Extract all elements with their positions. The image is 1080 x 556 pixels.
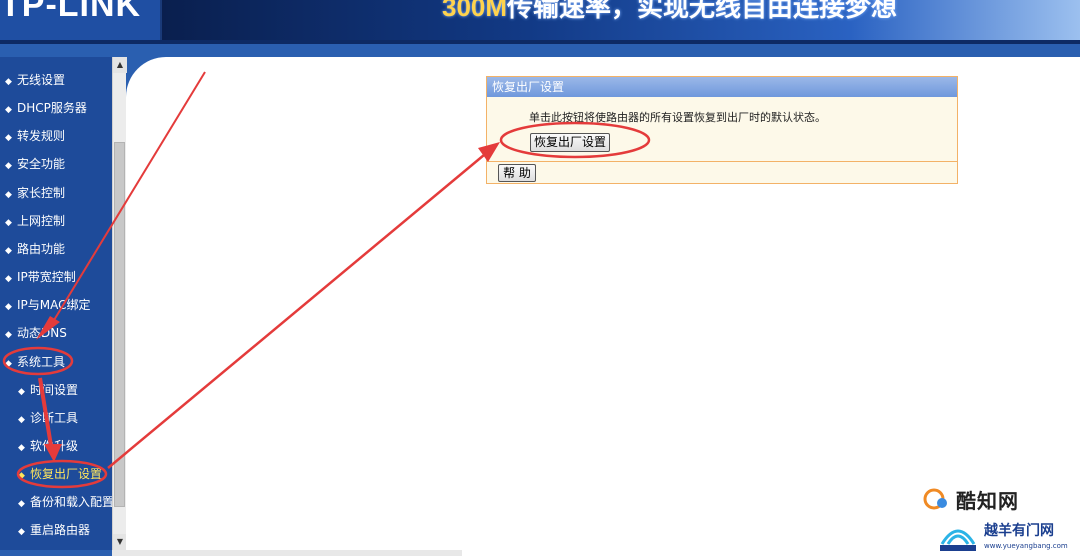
bottom-scroll-track	[112, 550, 462, 556]
scroll-up-arrow-icon[interactable]: ▲	[113, 57, 127, 73]
sidebar-item-label: 动态DNS	[17, 326, 67, 341]
sidebar-item[interactable]: ◆ 重启路由器	[0, 519, 112, 541]
sidebar-item[interactable]: ◆ 恢复出厂设置	[0, 463, 112, 485]
sidebar-item-label: IP带宽控制	[17, 270, 76, 285]
sidebar-item[interactable]: ◆ 软件升级	[0, 435, 112, 457]
sidebar-item[interactable]: ◆ 诊断工具	[0, 407, 112, 429]
logo-area: TP-LINK	[0, 0, 160, 40]
banner-strip: 300M传输速率，实现无线自由连接梦想	[162, 0, 1080, 40]
sidebar-item-label: IP与MAC绑定	[17, 298, 91, 313]
sidebar-item[interactable]: ◆ DHCP服务器	[0, 97, 112, 119]
sidebar-item-label: 时间设置	[30, 382, 79, 397]
router-admin-page: TP-LINK 300M传输速率，实现无线自由连接梦想 ◆ 无线设置 ◆ DHCP服务…	[0, 0, 1080, 556]
bullet-icon: ◆	[5, 77, 12, 87]
sidebar-item[interactable]: ◆ IP带宽控制	[0, 266, 112, 288]
watermark-yueyang-text: 越羊有门网	[984, 523, 1054, 539]
sidebar-item[interactable]: ◆ 安全功能	[0, 153, 112, 175]
panel-divider	[487, 161, 957, 162]
sidebar-item-label: 家长控制	[17, 185, 66, 200]
sidebar-item-label: 备份和载入配置	[30, 495, 112, 510]
sidebar-scrollbar[interactable]: ▲ ▼	[112, 57, 127, 550]
sidebar-item-label: 上网控制	[17, 213, 66, 228]
watermark-yueyang: 越羊有门网 www.yueyangbang.com	[932, 514, 1080, 556]
sidebar-item[interactable]: ◆ 家长控制	[0, 182, 112, 204]
slogan-number: 300M	[442, 0, 508, 22]
bullet-icon: ◆	[5, 133, 12, 144]
sidebar-item-label: 无线设置	[17, 73, 66, 87]
restore-factory-button[interactable]: 恢复出厂设置	[530, 133, 610, 152]
bullet-icon: ◆	[5, 217, 12, 228]
yueyang-logo-icon	[940, 529, 976, 551]
watermark-kuzhi: 酷知网	[922, 485, 1032, 513]
bullet-icon: ◆	[5, 189, 12, 200]
sidebar-item-label: 诊断工具	[30, 410, 79, 425]
sidebar-item[interactable]: ◆ 无线设置	[0, 69, 112, 91]
help-button[interactable]: 帮 助	[498, 164, 536, 182]
header-banner: TP-LINK 300M传输速率，实现无线自由连接梦想	[0, 0, 1080, 40]
panel-title: 恢复出厂设置	[487, 77, 957, 97]
scroll-down-arrow-icon[interactable]: ▼	[113, 534, 127, 550]
bullet-icon: ◆	[5, 161, 12, 172]
sidebar-item[interactable]: ◆ 转发规则	[0, 125, 112, 147]
bullet-icon: ◆	[18, 386, 25, 397]
bullet-icon: ◆	[18, 442, 25, 453]
bullet-icon: ◆	[5, 302, 12, 313]
sidebar-item[interactable]: ◆ 时间设置	[0, 379, 112, 401]
tp-link-logo: TP-LINK	[0, 0, 142, 24]
sidebar-item-label: 软件升级	[30, 438, 79, 453]
sidebar-nav: ◆ 无线设置 ◆ DHCP服务器 ◆ 转发规则 ◆ 安全功能 ◆ 家长控制 ◆ 上网控制 ◆ 路由功能 ◆ I…	[0, 57, 112, 550]
slogan: 300M传输速率，实现无线自由连接梦想	[442, 0, 897, 24]
watermark-kuzhi-text: 酷知网	[956, 489, 1019, 513]
bullet-icon: ◆	[18, 414, 25, 425]
factory-reset-panel: 恢复出厂设置 单击此按钮将使路由器的所有设置恢复到出厂时的默认状态。 恢复出厂设…	[486, 76, 958, 184]
bullet-icon: ◆	[5, 274, 12, 285]
kuzhi-logo-icon	[923, 488, 947, 510]
bullet-icon: ◆	[18, 471, 25, 482]
sidebar-item-label: 系统工具	[17, 354, 66, 369]
sidebar-item-label: 转发规则	[17, 129, 66, 144]
sidebar-item[interactable]: ◆ 备份和载入配置	[0, 491, 112, 513]
sidebar-item-label: 重启路由器	[30, 523, 91, 538]
bullet-icon: ◆	[5, 358, 12, 369]
sidebar-item[interactable]: ◆ 系统工具	[0, 351, 112, 373]
sidebar-item-label: 路由功能	[17, 241, 66, 256]
bullet-icon: ◆	[18, 499, 25, 510]
sidebar-item[interactable]: ◆ 路由功能	[0, 238, 112, 260]
bullet-icon: ◆	[5, 245, 12, 256]
bullet-icon: ◆	[5, 105, 12, 116]
sidebar-item-label: 安全功能	[17, 157, 66, 172]
sidebar-item[interactable]: ◆ 上网控制	[0, 210, 112, 232]
bullet-icon: ◆	[18, 527, 25, 538]
scroll-thumb[interactable]	[114, 142, 125, 507]
bullet-icon: ◆	[5, 330, 12, 341]
slogan-text: 传输速率，实现无线自由连接梦想	[507, 0, 898, 22]
watermark-yueyang-url: www.yueyangbang.com	[984, 542, 1068, 550]
sidebar-item[interactable]: ◆ IP与MAC绑定	[0, 294, 112, 316]
panel-description: 单击此按钮将使路由器的所有设置恢复到出厂时的默认状态。	[529, 111, 826, 124]
sidebar-item-label: 恢复出厂设置	[30, 467, 103, 482]
sidebar-item[interactable]: ◆ 动态DNS	[0, 322, 112, 344]
sidebar-item-label: DHCP服务器	[17, 101, 87, 116]
